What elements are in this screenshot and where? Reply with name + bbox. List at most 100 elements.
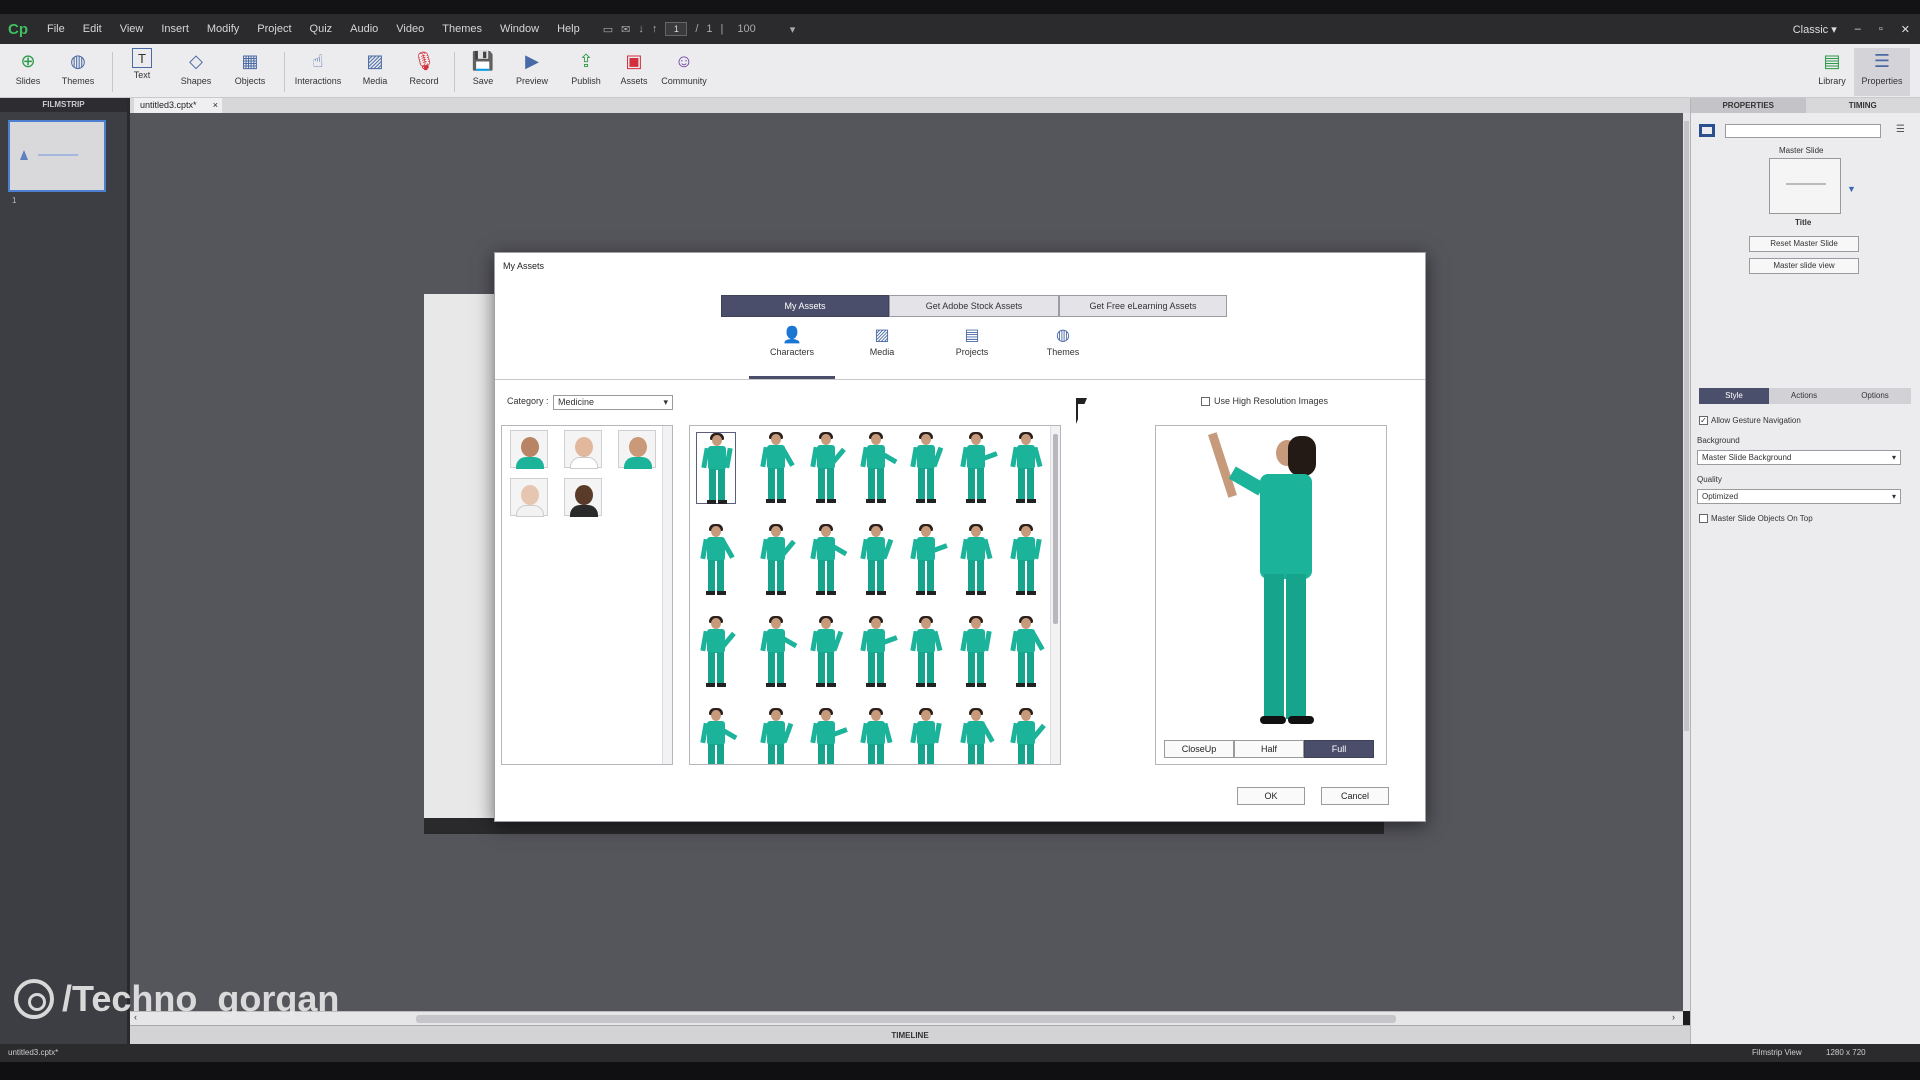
pose-thumbnail[interactable] <box>806 524 848 596</box>
close-tab-icon[interactable]: × <box>213 98 218 113</box>
pose-thumbnail[interactable] <box>756 524 796 596</box>
slide-color-icon[interactable] <box>1699 124 1715 137</box>
mail-icon[interactable]: ✉ <box>621 23 630 36</box>
maximize-icon[interactable]: ▫ <box>1879 23 1883 35</box>
pose-thumbnail[interactable] <box>906 616 946 688</box>
pose-thumbnail[interactable] <box>696 432 736 504</box>
canvas-vertical-scrollbar[interactable] <box>1683 113 1690 1011</box>
page-current-input[interactable]: 1 <box>665 22 688 36</box>
cancel-button[interactable]: Cancel <box>1321 787 1389 805</box>
pose-thumbnail[interactable] <box>856 616 898 688</box>
pose-thumbnail[interactable] <box>1006 524 1046 596</box>
text-button[interactable]: T Text <box>114 48 170 96</box>
gesture-checkbox[interactable]: ✓ <box>1699 416 1708 425</box>
character-thumb-1[interactable] <box>510 430 548 469</box>
workspace-switcher[interactable]: Classic ▾ <box>1793 23 1837 36</box>
pose-thumbnail[interactable] <box>856 524 896 596</box>
tab-projects[interactable]: ▤ Projects <box>937 325 1007 375</box>
character-thumb-3[interactable] <box>618 430 656 469</box>
pose-thumbnail[interactable] <box>806 432 846 504</box>
pose-thumbnail[interactable] <box>856 708 896 764</box>
pose-thumbnail[interactable] <box>756 616 798 688</box>
canvas-horizontal-scrollbar[interactable]: ‹ › <box>130 1011 1683 1025</box>
pose-thumbnail[interactable] <box>906 708 946 764</box>
library-button[interactable]: ▤ Library <box>1804 48 1860 96</box>
master-slide-thumbnail[interactable] <box>1769 158 1841 214</box>
save-button[interactable]: 💾 Save <box>455 48 511 96</box>
category-select[interactable]: Medicine <box>553 395 673 410</box>
pose-thumbnail[interactable] <box>806 616 846 688</box>
scrollbar-thumb[interactable] <box>1684 121 1689 731</box>
segment-adobe-stock[interactable]: Get Adobe Stock Assets <box>889 295 1059 317</box>
pose-thumbnail[interactable] <box>696 524 736 596</box>
menu-file[interactable]: File <box>38 23 74 35</box>
menu-window[interactable]: Window <box>491 23 548 35</box>
pose-thumbnail[interactable] <box>806 708 848 764</box>
tab-media[interactable]: ▨ Media <box>847 325 917 375</box>
segment-actions[interactable]: Actions <box>1769 388 1839 404</box>
tab-properties[interactable]: PROPERTIES <box>1691 98 1806 113</box>
menu-modify[interactable]: Modify <box>198 23 248 35</box>
tab-themes[interactable]: ◍ Themes <box>1028 325 1098 375</box>
community-button[interactable]: ☺ Community <box>656 48 712 96</box>
menu-project[interactable]: Project <box>248 23 300 35</box>
segment-options[interactable]: Options <box>1839 388 1911 404</box>
slides-button[interactable]: ⊕ Slides <box>0 48 56 96</box>
horizontal-scroll-thumb[interactable] <box>416 1015 1396 1023</box>
pose-thumbnail[interactable] <box>906 524 948 596</box>
pose-thumbnail[interactable] <box>1006 432 1046 504</box>
pose-thumbnail[interactable] <box>756 708 796 764</box>
slide-thumbnail[interactable] <box>8 120 106 192</box>
pose-thumbnail[interactable] <box>696 616 736 688</box>
preview-button[interactable]: ▶ Preview <box>504 48 560 96</box>
tab-timing[interactable]: TIMING <box>1805 98 1920 113</box>
menu-view[interactable]: View <box>111 23 153 35</box>
scroll-right-icon[interactable]: › <box>1672 1012 1675 1022</box>
reset-master-slide-button[interactable]: Reset Master Slide <box>1749 236 1859 252</box>
close-icon[interactable]: ✕ <box>1901 23 1910 36</box>
segment-my-assets[interactable]: My Assets <box>721 295 889 317</box>
quality-select[interactable]: Optimized <box>1697 489 1901 504</box>
objects-button[interactable]: ▦ Objects <box>222 48 278 96</box>
pose-thumbnail[interactable] <box>1006 708 1046 764</box>
pose-thumbnail[interactable] <box>1006 616 1046 688</box>
view-half-button[interactable]: Half <box>1234 740 1304 758</box>
pose-thumbnail[interactable] <box>956 432 998 504</box>
interactions-button[interactable]: ☝ Interactions <box>290 48 346 96</box>
objects-on-top-checkbox[interactable] <box>1699 514 1708 523</box>
menu-video[interactable]: Video <box>387 23 433 35</box>
media-button[interactable]: ▨ Media <box>347 48 403 96</box>
menu-insert[interactable]: Insert <box>152 23 198 35</box>
pose-thumbnail[interactable] <box>956 708 996 764</box>
master-dropdown-icon[interactable]: ▼ <box>1847 184 1856 194</box>
pose-thumbnail[interactable] <box>906 432 946 504</box>
high-res-checkbox[interactable] <box>1201 397 1210 406</box>
document-tab[interactable]: untitled3.cptx* × <box>134 98 222 113</box>
pose-thumbnail[interactable] <box>856 432 898 504</box>
status-view[interactable]: Filmstrip View <box>1752 1044 1802 1062</box>
master-slide-view-button[interactable]: Master slide view <box>1749 258 1859 274</box>
background-select[interactable]: Master Slide Background <box>1697 450 1901 465</box>
ok-button[interactable]: OK <box>1237 787 1305 805</box>
menu-help[interactable]: Help <box>548 23 589 35</box>
pose-thumbnail[interactable] <box>956 524 996 596</box>
menu-quiz[interactable]: Quiz <box>301 23 342 35</box>
shapes-button[interactable]: ◇ Shapes <box>168 48 224 96</box>
slide-name-input[interactable] <box>1725 124 1881 138</box>
properties-button[interactable]: ☰ Properties <box>1854 48 1910 96</box>
character-list-scrollbar[interactable] <box>662 426 672 764</box>
record-button[interactable]: 🎙 Record <box>396 48 452 96</box>
screen-icon[interactable]: ▭ <box>603 23 613 36</box>
menu-themes[interactable]: Themes <box>433 23 491 35</box>
panel-menu-icon[interactable]: ☰ <box>1896 124 1905 135</box>
segment-style[interactable]: Style <box>1699 388 1769 404</box>
character-thumb-2[interactable] <box>564 430 602 469</box>
zoom-value[interactable]: 100 <box>737 23 755 35</box>
arrow-down-icon[interactable]: ↓ <box>638 23 644 35</box>
minimize-icon[interactable]: – <box>1855 23 1861 35</box>
segment-free-elearning[interactable]: Get Free eLearning Assets <box>1059 295 1227 317</box>
tab-characters[interactable]: 👤 Characters <box>749 325 835 379</box>
pose-grid-scrollbar[interactable] <box>1050 426 1060 764</box>
themes-button[interactable]: ◍ Themes <box>50 48 106 96</box>
pose-grid-scroll-thumb[interactable] <box>1053 434 1058 624</box>
